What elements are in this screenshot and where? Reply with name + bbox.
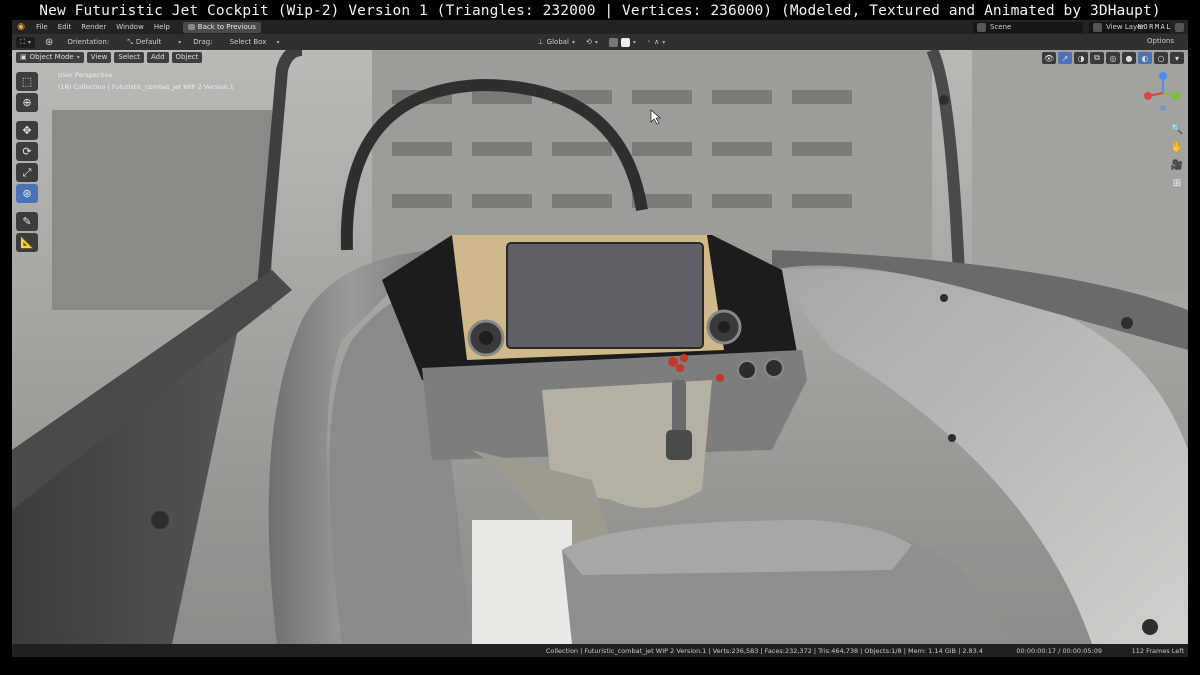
editor-type-dropdown[interactable]: ⛶ ▾ [16,36,35,48]
transform-orientation-value: Global [546,37,570,46]
viewport-header: ▣ Object Mode ▾ View Select Add Object [16,52,203,63]
chevron-down-icon: ▾ [178,38,182,46]
annotate-tool-icon[interactable]: ✎ [16,212,38,231]
transform-tool-icon[interactable]: ⊛ [16,184,38,203]
tool-settings-header: ⛶ ▾ ⊛ Orientation: ⤡ Default ▾ Drag: Sele… [12,23,1188,50]
scale-tool-icon[interactable]: ⤢ [16,163,38,182]
mode-value: Object Mode [29,53,74,61]
collection-info: (18) Collection | Futuristic_combat_jet … [58,83,234,91]
overlays-icon[interactable]: ◑ [1074,52,1088,64]
menu-help[interactable]: Help [149,20,175,34]
status-bar: Collection | Futuristic_combat_jet WIP 2… [12,644,1188,657]
back-to-previous-button[interactable]: Back to Previous [182,21,261,33]
visibility-icon[interactable]: 👁 [1041,52,1056,64]
new-view-layer-icon[interactable] [1175,22,1184,32]
tool-shelf: ⬚ ⊕ ✥ ⟳ ⤢ ⊛ ✎ 📐 [16,72,40,252]
wireframe-shading-icon[interactable]: ◎ [1106,52,1120,64]
measure-tool-icon[interactable]: 📐 [16,233,38,252]
scene-name: Scene [990,22,1012,31]
axes-icon: ⊥ [537,37,544,46]
menu-edit[interactable]: Edit [53,20,77,34]
gizmo-toggle-icon[interactable]: ↗ [1058,52,1072,64]
add-menu[interactable]: Add [146,52,169,63]
chevron-down-icon: ▾ [276,38,280,46]
chevron-down-icon: ▾ [632,38,636,46]
view-layer-icon [1093,22,1102,32]
rendered-shading-icon[interactable]: ○ [1154,52,1168,64]
back-to-previous-label: Back to Previous [197,22,256,31]
object-mode-icon: ▣ [20,53,27,61]
active-tool-icon[interactable]: ⊛ [45,37,53,48]
menu-file[interactable]: File [31,20,53,34]
orientation-value: Default [135,37,162,46]
orientation-icon: ⤡ [127,37,133,46]
proportional-icon: ◦ [646,37,652,46]
view-menu[interactable]: View [86,52,112,63]
cockpit-render [12,50,1188,644]
xray-icon[interactable]: ⧉ [1090,52,1104,64]
shading-options-icon[interactable]: ▾ [1170,52,1184,64]
drag-label: Drag: [193,38,213,46]
scene-statistics: Collection | Futuristic_combat_jet WIP 2… [545,646,983,655]
camera-view-icon[interactable]: 🎥 [1170,158,1184,172]
rotate-tool-icon[interactable]: ⟳ [16,142,38,161]
video-title: New Futuristic Jet Cockpit (Wip-2) Versi… [39,3,1161,19]
material-shading-icon[interactable]: ◐ [1138,52,1152,64]
orientation-dropdown[interactable]: ⤡ Default ▾ [123,37,185,48]
zoom-icon[interactable]: 🔍 [1170,122,1184,136]
select-menu[interactable]: Select [114,52,144,63]
normal-badge: NORMAL [1137,23,1172,31]
pivot-point-dropdown[interactable]: ⟲ ▾ [582,37,602,48]
transform-orientation-dropdown[interactable]: ⊥ Global ▾ [534,37,579,48]
chevron-down-icon: ▾ [594,38,598,46]
orientation-label: Orientation: [67,38,110,46]
chevron-down-icon: ▾ [27,38,31,46]
playback-time: 00:00:00:17 / 00:00:05:09 [1016,646,1102,655]
blender-logo-icon[interactable]: ◉ [15,22,27,32]
view-name: User Perspective [58,71,113,79]
viewport-shading-controls: 👁 ↗ ◑ ⧉ ◎ ● ◐ ○ ▾ [1041,52,1184,64]
mode-dropdown[interactable]: ▣ Object Mode ▾ [16,52,84,63]
navigation-gizmo[interactable] [1140,70,1186,116]
menu-render[interactable]: Render [76,20,111,34]
screen-icon [187,24,195,30]
frames-left: 112 Frames Left [1131,646,1184,655]
pivot-icon: ⟲ [586,37,592,46]
snap-target-icon [620,37,630,47]
solid-shading-icon[interactable]: ● [1122,52,1136,64]
proportional-editing-dropdown[interactable]: ◦ ∧ ▾ [643,37,669,48]
options-dropdown[interactable]: Options [1147,37,1174,45]
object-menu[interactable]: Object [171,52,203,63]
3d-viewport[interactable]: ▣ Object Mode ▾ View Select Add Object U… [12,50,1188,644]
snap-dropdown[interactable]: ▾ [605,37,640,48]
move-tool-icon[interactable]: ✥ [16,121,38,140]
snap-icon [608,37,618,47]
scene-icon [977,22,986,32]
pan-hand-icon[interactable]: ✋ [1170,140,1184,154]
navigation-tools: 🔍 ✋ 🎥 ⊞ [1170,122,1184,190]
perspective-grid-icon[interactable]: ⊞ [1170,176,1184,190]
falloff-icon: ∧ [654,37,660,46]
cursor-tool-icon[interactable]: ⊕ [16,93,38,112]
select-box-tool-icon[interactable]: ⬚ [16,72,38,91]
editor-type-icon: ⛶ [20,37,25,46]
chevron-down-icon: ▾ [662,38,666,46]
chevron-down-icon: ▾ [76,54,80,61]
scene-selector[interactable]: Scene [973,21,1083,33]
menu-window[interactable]: Window [111,20,149,34]
drag-value: Select Box [229,37,267,46]
chevron-down-icon: ▾ [572,38,576,46]
top-menu-bar: ◉ File Edit Render Window Help Back to P… [12,20,1188,34]
drag-dropdown[interactable]: Select Box ▾ [226,37,284,48]
